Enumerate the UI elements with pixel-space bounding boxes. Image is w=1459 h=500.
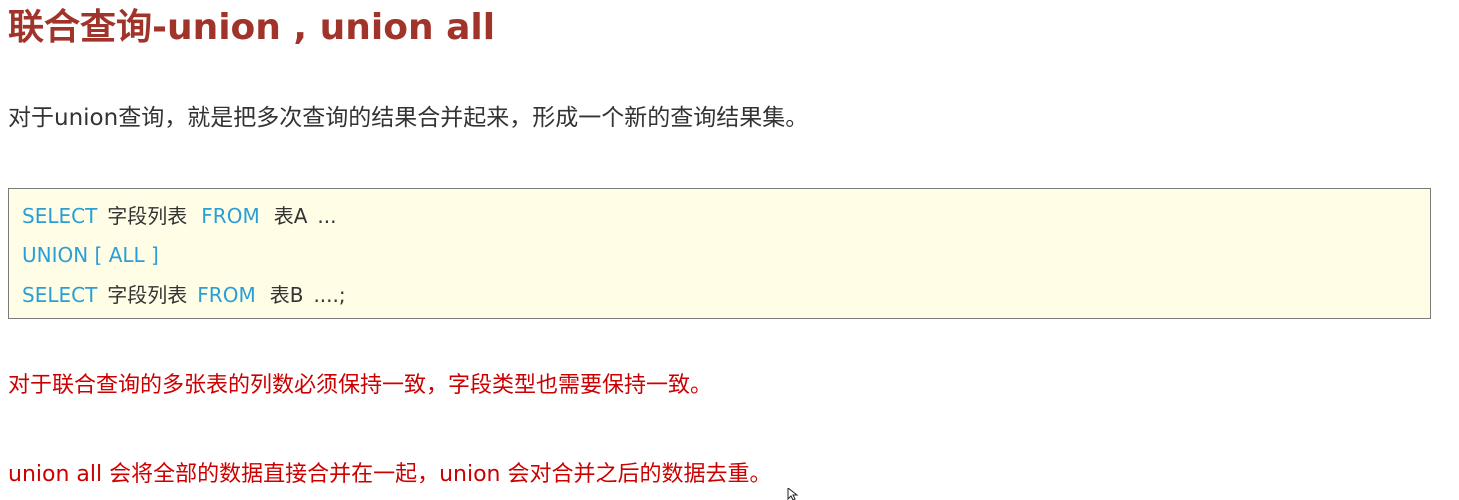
keyword-from: FROM	[197, 283, 256, 307]
keyword-select: SELECT	[22, 204, 98, 228]
field-list: 字段列表	[107, 283, 188, 307]
keyword-select: SELECT	[22, 283, 98, 307]
code-line-1: SELECT 字段列表 FROM 表A...	[22, 202, 336, 230]
page-title: 联合查询-union , union all	[8, 7, 496, 48]
table-name: 表A	[273, 204, 308, 228]
code-line-2: UNION [ ALL ]	[22, 241, 159, 269]
code-ellipsis: ...	[317, 204, 337, 228]
field-list: 字段列表	[107, 204, 188, 228]
intro-text: 对于union查询，就是把多次查询的结果合并起来，形成一个新的查询结果集。	[8, 105, 809, 131]
table-name: 表B	[269, 283, 304, 307]
keyword-from: FROM	[201, 204, 260, 228]
code-block: SELECT 字段列表 FROM 表A... UNION [ ALL ] SELECT…	[8, 188, 1431, 319]
code-ellipsis: ....;	[313, 283, 346, 307]
keyword-union: UNION [ ALL ]	[22, 243, 159, 267]
note-column-consistency: 对于联合查询的多张表的列数必须保持一致，字段类型也需要保持一致。	[8, 373, 713, 398]
code-line-3: SELECT 字段列表 FROM 表B....;	[22, 281, 346, 309]
mouse-cursor-icon	[787, 488, 799, 500]
note-union-dedup: union all 会将全部的数据直接合并在一起，union 会对合并之后的数据…	[8, 462, 772, 487]
